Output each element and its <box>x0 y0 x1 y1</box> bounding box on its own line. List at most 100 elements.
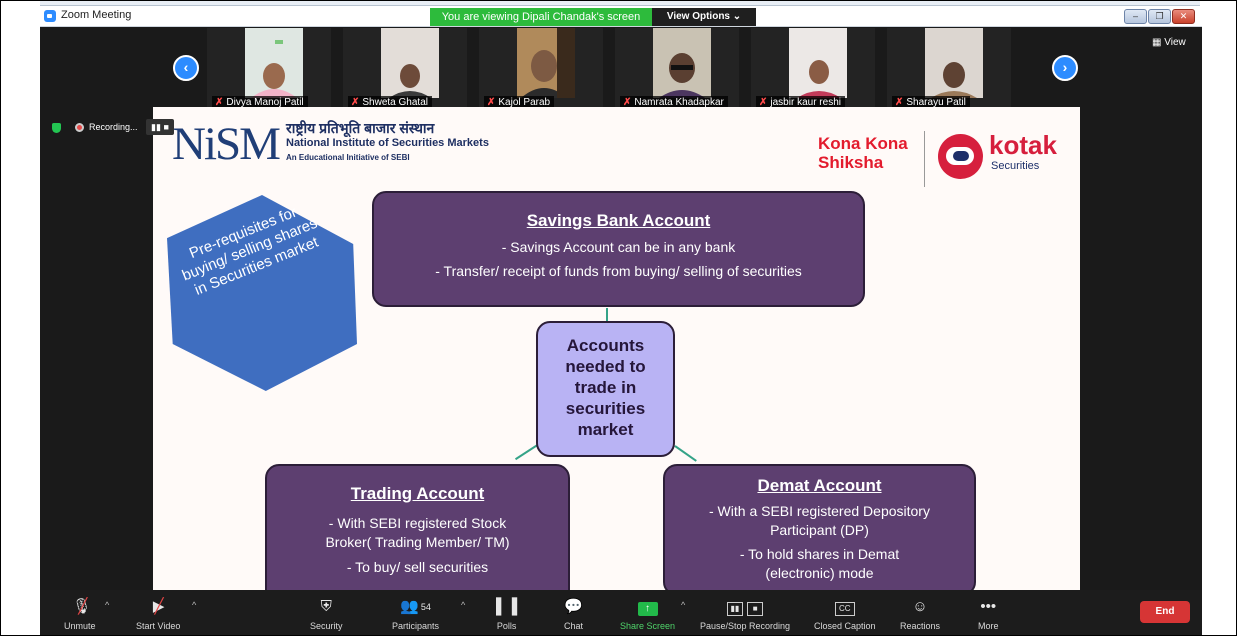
share-options-caret[interactable]: ^ <box>681 600 685 610</box>
shield-icon: ⛨ <box>320 598 332 615</box>
participant-tile[interactable]: ✗ Namrata Khadapkar <box>615 28 739 112</box>
screen-share-banner: You are viewing Dipali Chandak's screen <box>430 8 652 26</box>
more-label: More <box>978 621 999 631</box>
recording-label: Recording... <box>89 122 138 132</box>
participants-icon: 👥 54 <box>400 598 431 615</box>
end-meeting-button[interactable]: End <box>1140 601 1190 623</box>
more-button[interactable]: ••• More <box>978 598 999 631</box>
center-line: Accounts <box>566 336 645 355</box>
participant-video <box>789 28 847 98</box>
maximize-button[interactable]: ❐ <box>1148 9 1171 24</box>
kotak-brand-subtitle: Securities <box>991 160 1040 172</box>
shield-icon <box>52 122 61 133</box>
participant-video <box>925 28 983 98</box>
nism-subtitle: An Educational Initiative of SEBI <box>286 153 410 162</box>
demat-line: (electronic) mode <box>765 565 874 581</box>
participant-tile[interactable]: ✗ Divya Manoj Patil <box>207 28 331 112</box>
polls-icon: ▌▐ <box>496 598 518 615</box>
demat-account-box: Demat Account - With a SEBI registered D… <box>663 464 976 596</box>
demat-line: - To hold shares in Demat <box>739 546 900 562</box>
participant-tile[interactable]: ✗ Kajol Parab <box>479 28 603 112</box>
cc-icon: CC <box>814 598 876 618</box>
logo-divider <box>924 131 925 187</box>
view-options-button[interactable]: View Options ⌄ <box>652 8 756 26</box>
window-title: Zoom Meeting <box>61 9 132 21</box>
trading-line: Broker( Trading Member/ TM) <box>325 534 510 550</box>
trading-line: - To buy/ sell securities <box>346 559 489 575</box>
center-line: trade in <box>574 378 637 397</box>
next-page-button[interactable]: › <box>1052 55 1078 81</box>
minimize-button[interactable]: – <box>1124 9 1147 24</box>
share-screen-button[interactable]: ↑ Share Screen <box>620 598 675 631</box>
savings-line: - Savings Account can be in any bank <box>501 239 736 255</box>
center-line: needed to <box>565 357 646 376</box>
record-icon <box>75 123 84 133</box>
nism-english-name: National Institute of Securities Markets <box>286 137 489 149</box>
accounts-needed-box: Accounts needed to trade in securities m… <box>536 321 675 457</box>
demat-line: - With a SEBI registered Depository <box>709 503 930 519</box>
participant-tile[interactable]: ✗ jasbir kaur reshi <box>751 28 875 112</box>
participant-video <box>245 28 303 98</box>
participant-video <box>653 28 711 98</box>
pause-stop-icon: ▮▮ ■ <box>700 598 790 618</box>
participant-strip: ‹ ✗ Divya Manoj Patil ✗ Shweta Ghatal ✗ Kaj… <box>40 28 1202 112</box>
start-video-button[interactable]: ▶╱ Start Video <box>136 598 180 631</box>
participants-label: Participants <box>392 621 440 631</box>
mic-muted-icon: 🎙╱ <box>72 598 92 615</box>
kotak-logo-icon <box>938 134 983 179</box>
unmute-label: Unmute <box>64 621 96 631</box>
connector-line <box>674 445 697 462</box>
demat-title: Demat Account <box>757 476 882 495</box>
polls-button[interactable]: ▌▐ Polls <box>496 598 517 631</box>
screenshot-frame: Zoom Meeting You are viewing Dipali Chan… <box>0 0 1237 636</box>
closed-caption-label: Closed Caption <box>814 621 876 631</box>
title-bar: Zoom Meeting You are viewing Dipali Chan… <box>40 6 1202 27</box>
security-button[interactable]: ⛨ Security <box>310 598 343 631</box>
pause-stop-recording-button[interactable]: ▮▮ ■ Pause/Stop Recording <box>700 598 790 631</box>
unmute-button[interactable]: 🎙╱ Unmute <box>64 598 96 631</box>
participant-tile[interactable]: ✗ Shweta Ghatal <box>343 28 467 112</box>
video-off-icon: ▶╱ <box>152 598 165 615</box>
previous-page-button[interactable]: ‹ <box>173 55 199 81</box>
closed-caption-button[interactable]: CC Closed Caption <box>814 598 876 631</box>
participant-tile[interactable]: ✗ Sharayu Patil <box>887 28 1011 112</box>
trading-account-box: Trading Account - With SEBI registered S… <box>265 464 570 596</box>
pause-stop-label: Pause/Stop Recording <box>700 621 791 631</box>
video-options-caret[interactable]: ^ <box>192 600 196 610</box>
zoom-window: Zoom Meeting You are viewing Dipali Chan… <box>40 6 1202 636</box>
participants-options-caret[interactable]: ^ <box>461 600 465 610</box>
nism-logo: NiSM <box>172 118 281 170</box>
nism-hindi-name: राष्ट्रीय प्रतिभूति बाजार संस्थान <box>286 120 435 136</box>
participant-video <box>381 28 439 98</box>
participants-button[interactable]: 👥 54 Participants <box>392 598 439 631</box>
savings-title: Savings Bank Account <box>526 211 711 230</box>
share-screen-icon: ↑ <box>620 598 675 618</box>
trading-title: Trading Account <box>350 484 485 503</box>
kona-kona-shiksha-logo: Kona Kona Shiksha <box>818 134 908 172</box>
shared-slide: NiSM राष्ट्रीय प्रतिभूति बाजार संस्थान N… <box>153 107 1080 596</box>
demat-line: Participant (DP) <box>770 522 869 538</box>
close-window-button[interactable]: ✕ <box>1172 9 1195 24</box>
meeting-toolbar: 🎙╱ Unmute ^ ▶╱ Start Video ^ ⛨ Security … <box>40 590 1202 636</box>
view-button-label: View <box>1164 37 1186 48</box>
recording-indicator[interactable]: Recording... ▮▮ ■ <box>52 119 174 135</box>
polls-label: Polls <box>496 621 517 631</box>
savings-account-box: Savings Bank Account - Savings Account c… <box>372 191 865 307</box>
audio-options-caret[interactable]: ^ <box>105 600 109 610</box>
participant-video <box>517 28 575 98</box>
zoom-logo-icon <box>44 10 56 22</box>
center-line: market <box>577 420 634 439</box>
security-label: Security <box>310 621 343 631</box>
chevron-down-icon: ⌄ <box>732 11 742 22</box>
ellipsis-icon: ••• <box>980 598 997 615</box>
reactions-label: Reactions <box>900 621 941 631</box>
trading-line: - With SEBI registered Stock <box>328 515 507 531</box>
chat-icon: 💬 <box>564 598 583 615</box>
kona-line-2: Shiksha <box>818 153 884 172</box>
recording-controls[interactable]: ▮▮ ■ <box>146 119 174 135</box>
kotak-brand: kotak <box>989 130 1057 160</box>
chat-button[interactable]: 💬 Chat <box>564 598 583 631</box>
smile-plus-icon: ☺ <box>912 598 928 615</box>
reactions-button[interactable]: ☺ Reactions <box>900 598 940 631</box>
view-button[interactable]: ▦ View <box>1152 37 1186 48</box>
